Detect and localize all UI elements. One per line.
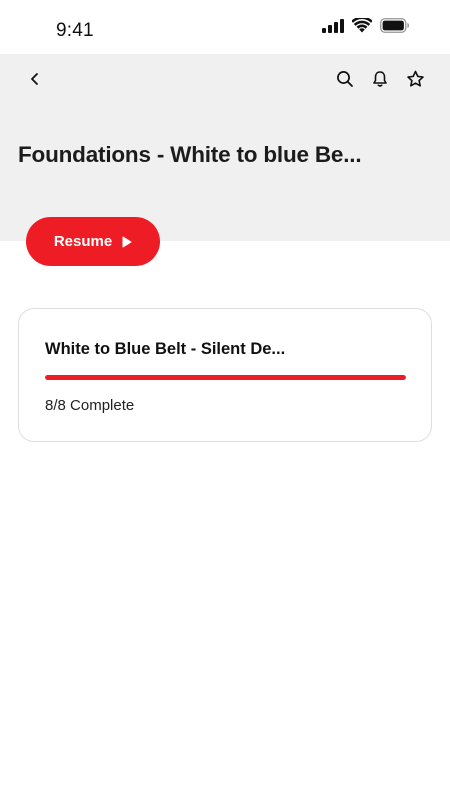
chevron-left-icon (28, 72, 42, 91)
play-icon (122, 236, 132, 248)
search-button[interactable] (332, 68, 358, 94)
battery-icon (380, 18, 410, 33)
progress-bar-fill (45, 375, 406, 380)
resume-button-label: Resume (53, 233, 113, 250)
screen: 9:41 Foundations - White to blue Be... R… (0, 0, 450, 800)
page-title: Foundations - White to blue Be... (18, 142, 362, 167)
favorite-button[interactable] (402, 68, 428, 94)
course-card-title: White to Blue Belt - Silent De... (45, 340, 286, 358)
header-actions (332, 68, 428, 94)
status-icons (322, 18, 410, 33)
bell-icon (371, 70, 389, 93)
header: Foundations - White to blue Be... (0, 54, 450, 241)
progress-bar (45, 375, 406, 380)
course-card-status: 8/8 Complete (45, 397, 135, 414)
cellular-signal-icon (322, 18, 344, 33)
status-time: 9:41 (56, 20, 94, 41)
resume-button[interactable]: Resume (26, 217, 160, 266)
star-icon (406, 70, 425, 93)
status-bar: 9:41 (0, 0, 450, 54)
back-button[interactable] (22, 68, 48, 94)
search-icon (336, 70, 354, 93)
wifi-icon (352, 18, 372, 33)
course-card[interactable]: White to Blue Belt - Silent De... 8/8 Co… (18, 308, 432, 442)
notifications-button[interactable] (367, 68, 393, 94)
